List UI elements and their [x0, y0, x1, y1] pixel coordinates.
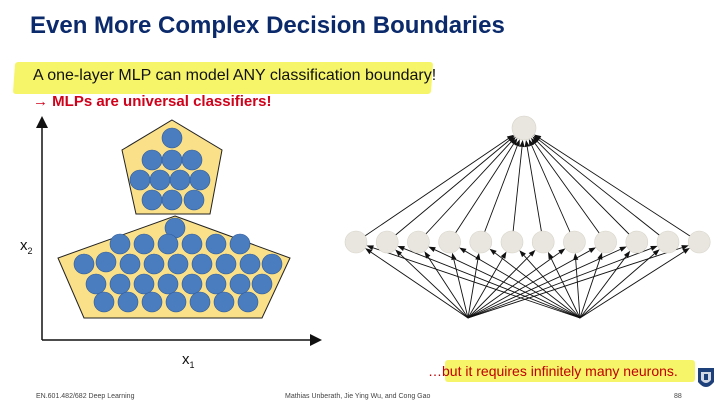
data-point	[229, 233, 251, 255]
data-point	[157, 233, 179, 255]
connection-edge	[550, 258, 581, 319]
data-point	[161, 127, 183, 149]
hidden-neuron	[469, 230, 493, 254]
data-point	[189, 169, 211, 191]
connection-arrowhead	[650, 245, 658, 251]
hidden-neuron	[563, 230, 586, 254]
page-number: 88	[674, 393, 682, 400]
data-point	[95, 251, 117, 273]
data-point	[181, 273, 203, 295]
data-point	[169, 169, 191, 191]
data-point	[141, 291, 163, 313]
data-point	[133, 273, 155, 295]
connection-arrowhead	[588, 247, 596, 253]
data-point	[167, 253, 189, 275]
data-point	[251, 273, 273, 295]
connection-arrowhead	[397, 246, 405, 252]
hidden-neuron	[438, 230, 461, 254]
data-point	[141, 189, 163, 211]
data-point	[157, 273, 179, 295]
connection-arrowhead	[519, 139, 525, 148]
x2-axis-label: x2	[20, 237, 33, 256]
data-point	[109, 233, 131, 255]
connection-arrowhead	[451, 252, 457, 261]
data-point	[143, 253, 165, 275]
connection-edge	[386, 139, 510, 243]
connection-edge	[579, 256, 627, 319]
hidden-neuron	[500, 230, 524, 254]
data-point	[133, 233, 155, 255]
data-point	[141, 149, 163, 171]
data-point	[213, 291, 235, 313]
hidden-neuron	[594, 230, 617, 254]
connection-edge	[370, 251, 469, 319]
connection-arrowhead	[459, 247, 467, 254]
data-point	[205, 233, 227, 255]
output-neuron	[511, 115, 537, 141]
connection-edge	[400, 254, 469, 319]
course-label: EN.601.482/682 Deep Learning	[36, 393, 135, 400]
hidden-neuron	[344, 230, 368, 254]
data-point	[205, 273, 227, 295]
data-point	[129, 169, 151, 191]
connection-arrowhead	[547, 251, 554, 260]
connection-arrowhead	[558, 248, 566, 255]
connection-edge	[467, 248, 621, 319]
figure-canvas: x1 x2	[20, 115, 714, 387]
x1-axis-label: x1	[182, 351, 195, 370]
connection-edge	[511, 146, 523, 243]
data-point	[181, 233, 203, 255]
hidden-neuron	[375, 230, 399, 254]
data-point	[229, 273, 251, 295]
decision-boundary-plot: x1 x2	[20, 116, 322, 370]
data-point	[239, 253, 261, 275]
connection-arrowhead	[475, 252, 481, 261]
connection-arrowhead	[619, 246, 627, 252]
connection-edge	[467, 247, 652, 319]
data-point	[261, 253, 283, 275]
connection-edge	[449, 143, 514, 243]
y-axis-arrowhead	[36, 116, 48, 128]
connection-edge	[418, 141, 512, 243]
connection-edge	[531, 145, 575, 243]
connection-edge	[453, 259, 469, 319]
data-point	[149, 169, 171, 191]
data-point	[191, 253, 213, 275]
connection-edge	[355, 138, 509, 243]
connection-edge	[579, 251, 685, 319]
mlp-network-diagram	[344, 115, 711, 319]
data-point	[119, 253, 141, 275]
university-shield-icon	[698, 368, 714, 387]
data-point	[215, 253, 237, 275]
data-point	[237, 291, 259, 313]
hidden-neuron	[656, 230, 680, 254]
hidden-neuron	[531, 230, 555, 254]
connection-arrowhead	[524, 139, 530, 148]
connection-edge	[480, 145, 518, 243]
data-point	[93, 291, 115, 313]
connection-edge	[539, 137, 700, 243]
data-point	[73, 253, 95, 275]
footnote-text: …but it requires infinitely many neurons…	[428, 363, 678, 379]
connection-edge	[467, 252, 561, 319]
connection-edge	[526, 146, 544, 243]
data-point	[117, 291, 139, 313]
hidden-neuron	[407, 230, 430, 254]
data-point	[85, 273, 107, 295]
connection-edge	[538, 139, 669, 243]
data-point	[165, 291, 187, 313]
data-point	[161, 189, 183, 211]
x-axis-arrowhead	[310, 334, 322, 346]
connection-arrowhead	[489, 248, 497, 256]
hidden-neuron	[625, 230, 649, 254]
data-point	[109, 273, 131, 295]
data-point	[189, 291, 211, 313]
data-point	[183, 189, 205, 211]
data-point	[181, 149, 203, 171]
data-point	[161, 149, 183, 171]
connection-arrowhead	[428, 246, 436, 253]
authors-label: Mathias Unberath, Jie Ying Wu, and Cong …	[285, 393, 431, 400]
hidden-neuron	[687, 230, 711, 254]
